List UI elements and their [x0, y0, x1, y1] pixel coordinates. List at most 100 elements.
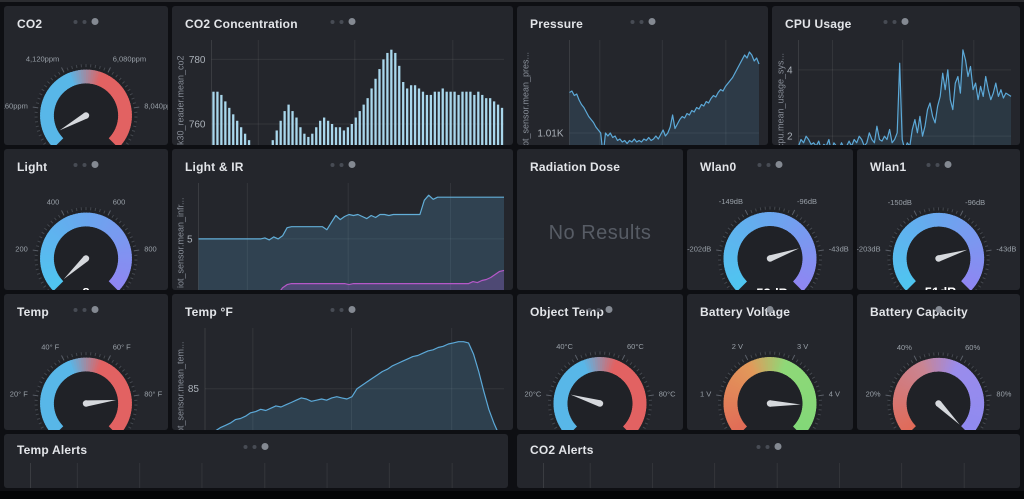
panel-menu-dots[interactable] [330, 161, 355, 168]
svg-text:3 V: 3 V [797, 342, 808, 351]
svg-text:-51dB: -51dB [920, 285, 956, 290]
menu-dot-small[interactable] [926, 162, 930, 167]
y-axis-label: alert... [7, 456, 18, 488]
svg-text:4,120ppm: 4,120ppm [26, 55, 59, 64]
panel-menu-dots[interactable] [330, 18, 355, 25]
menu-dot-large[interactable] [91, 161, 99, 168]
panel-menu-dots[interactable] [757, 161, 783, 168]
svg-text:80%: 80% [996, 390, 1011, 399]
menu-dot-large[interactable] [348, 161, 355, 168]
y-axis-label: iot_sensor.mean_infr... [175, 197, 186, 289]
menu-dot-small[interactable] [330, 19, 334, 24]
menu-dot-large[interactable] [935, 306, 942, 313]
menu-dot-small[interactable] [330, 307, 334, 312]
menu-dot-small[interactable] [639, 19, 643, 24]
menu-dot-large[interactable] [775, 161, 783, 168]
menu-dot-small[interactable] [73, 307, 78, 312]
panel-menu-dots[interactable] [243, 443, 269, 450]
menu-dot-large[interactable] [901, 18, 909, 25]
menu-dot-large[interactable] [766, 306, 774, 313]
svg-text:2: 2 [787, 132, 793, 143]
y-axis-label: cpu.mean_usage_sys... [775, 52, 786, 145]
menu-dot-large[interactable] [944, 161, 951, 168]
panel-menu-dots[interactable] [935, 306, 942, 313]
menu-dot-small[interactable] [892, 19, 897, 24]
menu-dot-small[interactable] [757, 162, 762, 167]
svg-text:760: 760 [189, 120, 206, 131]
menu-dot-large[interactable] [91, 18, 99, 25]
co2-gauge-chart: 200ppm2,160ppm4,120ppm6,080ppm8,040ppm10… [4, 55, 168, 145]
panel-menu-dots[interactable] [73, 18, 99, 25]
menu-dot-small[interactable] [766, 162, 771, 167]
menu-dot-small[interactable] [587, 307, 592, 312]
svg-text:8: 8 [82, 285, 89, 290]
menu-dot-small[interactable] [73, 162, 78, 167]
svg-text:-43dB: -43dB [829, 244, 849, 253]
menu-dot-small[interactable] [243, 444, 248, 449]
panel-battery-voltage: Battery Voltage 0 V1 V2 V3 V4 V5 V4.20 V [687, 294, 853, 430]
panel-title: Pressure [530, 17, 583, 31]
panel-menu-dots[interactable] [587, 306, 613, 313]
panel-wlan0: Wlan0 -255dB-202dB-149dB-96dB-43dB10dB-5… [687, 149, 853, 290]
svg-text:85: 85 [188, 384, 200, 395]
menu-dot-large[interactable] [91, 306, 99, 313]
menu-dot-small[interactable] [596, 307, 601, 312]
panel-pressure: Pressure iot_sensor.mean_pres... 1.01K08:… [517, 6, 768, 145]
panel-object-temp: Object Temp 0°C20°C40°C60°C80°C100°C22.8… [517, 294, 683, 430]
panel-wlan1: Wlan1 -256dB-203dB-150dB-96dB-43dB10dB-5… [857, 149, 1020, 290]
menu-dot-small[interactable] [630, 19, 634, 24]
panel-menu-dots[interactable] [630, 18, 655, 25]
y-axis-label: iot_sensor.mean_tem... [175, 341, 186, 430]
menu-dot-small[interactable] [339, 307, 343, 312]
panel-menu-dots[interactable] [883, 18, 909, 25]
panel-title: Wlan0 [700, 160, 737, 174]
menu-dot-small[interactable] [935, 162, 939, 167]
menu-dot-small[interactable] [339, 162, 343, 167]
svg-text:1.01K: 1.01K [537, 129, 563, 140]
svg-text:-149dB: -149dB [719, 197, 743, 206]
menu-dot-small[interactable] [252, 444, 257, 449]
cpu-usage-chart: 2408:5509:0009:05 [787, 40, 1012, 145]
svg-text:4: 4 [787, 65, 793, 76]
menu-dot-large[interactable] [348, 18, 355, 25]
panel-temp-alerts: Temp Alerts alert... 008:5408:5608:5809:0… [4, 434, 508, 488]
menu-dot-small[interactable] [73, 19, 78, 24]
panel-title: Battery Voltage [700, 305, 791, 319]
dashboard: CO2 200ppm2,160ppm4,120ppm6,080ppm8,040p… [0, 0, 1024, 499]
panel-co2-alerts: CO2 Alerts alert... 008:5408:5608:5809:00… [517, 434, 1020, 488]
panel-title: Wlan1 [870, 160, 907, 174]
svg-text:20° F: 20° F [10, 390, 28, 399]
panel-menu-dots[interactable] [73, 306, 99, 313]
menu-dot-small[interactable] [330, 162, 334, 167]
menu-dot-small[interactable] [82, 162, 87, 167]
svg-text:40%: 40% [897, 343, 912, 352]
menu-dot-small[interactable] [883, 19, 888, 24]
menu-dot-small[interactable] [756, 444, 760, 449]
panel-menu-dots[interactable] [756, 443, 781, 450]
panel-title: CPU Usage [785, 17, 852, 31]
menu-dot-large[interactable] [605, 306, 613, 313]
menu-dot-large[interactable] [348, 306, 355, 313]
menu-dot-large[interactable] [774, 443, 781, 450]
panel-menu-dots[interactable] [766, 306, 774, 313]
wlan0-gauge-chart: -255dB-202dB-149dB-96dB-43dB10dB-53dB [687, 197, 849, 290]
svg-text:80° F: 80° F [144, 390, 162, 399]
svg-text:800: 800 [144, 245, 157, 254]
menu-dot-small[interactable] [82, 19, 87, 24]
menu-dot-large[interactable] [648, 18, 655, 25]
menu-dot-small[interactable] [82, 307, 87, 312]
battery-voltage-gauge-chart: 0 V1 V2 V3 V4 V5 V4.20 V [700, 342, 840, 430]
menu-dot-large[interactable] [261, 443, 269, 450]
panel-menu-dots[interactable] [330, 306, 355, 313]
svg-text:400: 400 [47, 198, 60, 207]
y-axis-label: k30_reader.mean_co2 [175, 55, 186, 145]
svg-text:60%: 60% [965, 343, 980, 352]
panel-radiation-dose: Radiation Dose No Results [517, 149, 683, 290]
no-results-message: No Results [548, 221, 652, 244]
panel-menu-dots[interactable] [926, 161, 951, 168]
svg-text:-202dB: -202dB [687, 244, 711, 253]
menu-dot-small[interactable] [765, 444, 769, 449]
menu-dot-small[interactable] [339, 19, 343, 24]
panel-menu-dots[interactable] [73, 161, 99, 168]
svg-text:-53dB: -53dB [752, 285, 788, 290]
